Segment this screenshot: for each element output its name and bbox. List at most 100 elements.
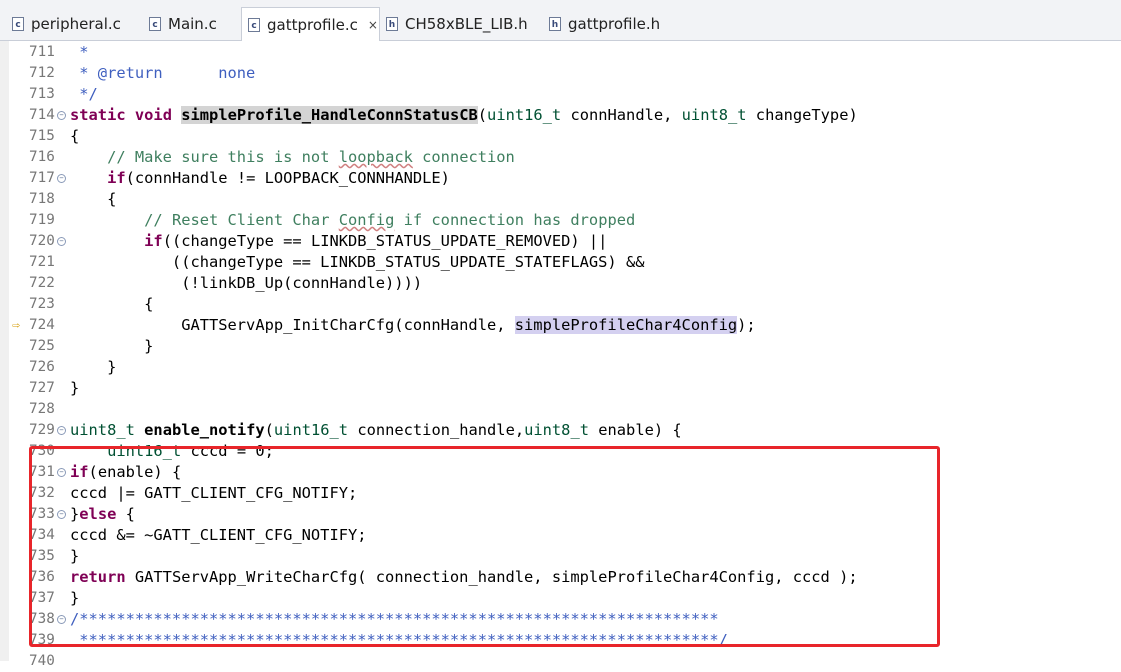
tab-label: gattprofile.c bbox=[267, 15, 358, 34]
debug-arrow-icon: ⇨ bbox=[12, 318, 20, 333]
fold-toggle-icon[interactable]: − bbox=[57, 237, 66, 246]
fold-toggle-icon[interactable]: − bbox=[57, 615, 66, 624]
line-number: 719 bbox=[29, 212, 55, 228]
code-line[interactable]: 728 bbox=[0, 399, 1121, 420]
line-number: 733 bbox=[29, 506, 55, 522]
code-line[interactable]: 736 return GATTServApp_WriteCharCfg( conn… bbox=[0, 567, 1121, 588]
line-number: 735 bbox=[29, 548, 55, 564]
code-line[interactable]: 738−/***********************************… bbox=[0, 609, 1121, 630]
code-line[interactable]: 716 // Make sure this is not loopback co… bbox=[0, 147, 1121, 168]
code-line[interactable]: 726 } bbox=[0, 357, 1121, 378]
line-number: 722 bbox=[29, 275, 55, 291]
line-number: 730 bbox=[29, 443, 55, 459]
line-number: 713 bbox=[29, 86, 55, 102]
tab-ch58xble-lib-h[interactable]: h CH58xBLE_LIB.h bbox=[380, 8, 528, 39]
line-number: 738 bbox=[29, 611, 55, 627]
c-file-icon: c bbox=[248, 17, 260, 32]
fold-toggle-icon[interactable]: − bbox=[57, 468, 66, 477]
code-line[interactable]: 722 (!linkDB_Up(connHandle)))) bbox=[0, 273, 1121, 294]
line-number: 727 bbox=[29, 380, 55, 396]
c-file-icon: c bbox=[12, 16, 24, 31]
code-line[interactable]: ⇨ 724 GATTServApp_InitCharCfg(connHandle,… bbox=[0, 315, 1121, 336]
code-line[interactable]: 720− if((changeType == LINKDB_STATUS_UPD… bbox=[0, 231, 1121, 252]
line-number: 720 bbox=[29, 233, 55, 249]
line-number: 723 bbox=[29, 296, 55, 312]
code-line[interactable]: 712 * @return none bbox=[0, 63, 1121, 84]
code-line[interactable]: 713 */ bbox=[0, 84, 1121, 105]
code-line[interactable]: 734 cccd &= ~GATT_CLIENT_CFG_NOTIFY; bbox=[0, 525, 1121, 546]
tab-label: gattprofile.h bbox=[568, 14, 661, 33]
code-text: { bbox=[70, 190, 117, 208]
fold-toggle-icon[interactable]: − bbox=[57, 111, 66, 120]
code-text: GATTServApp_InitCharCfg(connHandle, simp… bbox=[70, 316, 756, 334]
code-text: if(connHandle != LOOPBACK_CONNHANDLE) bbox=[107, 169, 450, 187]
fold-toggle-icon[interactable]: − bbox=[57, 174, 66, 183]
code-text: ((changeType == LINKDB_STATUS_UPDATE_STA… bbox=[70, 253, 645, 271]
code-line[interactable]: 730 uint16_t cccd = 0; bbox=[0, 441, 1121, 462]
tab-gattprofile-c[interactable]: c gattprofile.c × bbox=[241, 7, 380, 41]
code-line[interactable]: 718 { bbox=[0, 189, 1121, 210]
code-line[interactable]: 721 ((changeType == LINKDB_STATUS_UPDATE… bbox=[0, 252, 1121, 273]
code-text: ****************************************… bbox=[70, 631, 728, 649]
code-text: cccd &= ~GATT_CLIENT_CFG_NOTIFY; bbox=[70, 526, 367, 544]
code-text: return GATTServApp_WriteCharCfg( connect… bbox=[70, 568, 858, 586]
line-number: 731 bbox=[29, 464, 55, 480]
code-line[interactable]: 715 { bbox=[0, 126, 1121, 147]
line-number: 726 bbox=[29, 359, 55, 375]
code-line[interactable]: 733−}else { bbox=[0, 504, 1121, 525]
line-number: 740 bbox=[29, 653, 55, 669]
code-line[interactable]: 717− if(connHandle != LOOPBACK_CONNHANDL… bbox=[0, 168, 1121, 189]
line-number: 734 bbox=[29, 527, 55, 543]
tab-main-c[interactable]: c Main.c bbox=[143, 8, 239, 39]
code-line[interactable]: 714− static void simpleProfile_HandleConn… bbox=[0, 105, 1121, 126]
code-line[interactable]: 723 { bbox=[0, 294, 1121, 315]
tab-label: Main.c bbox=[168, 14, 217, 33]
line-number: 716 bbox=[29, 149, 55, 165]
code-text: { bbox=[70, 127, 80, 145]
code-line[interactable]: 735} bbox=[0, 546, 1121, 567]
code-text: /***************************************… bbox=[70, 610, 719, 628]
code-text: * bbox=[70, 43, 89, 61]
code-text: } bbox=[70, 358, 117, 376]
line-number: 718 bbox=[29, 191, 55, 207]
code-line[interactable]: 739 ************************************… bbox=[0, 630, 1121, 651]
c-file-icon: c bbox=[149, 16, 161, 31]
line-number: 714 bbox=[29, 107, 55, 123]
code-text: uint8_t enable_notify(uint16_t connectio… bbox=[70, 421, 682, 439]
code-line[interactable]: 719 // Reset Client Char Config if conne… bbox=[0, 210, 1121, 231]
code-line[interactable]: 732 cccd |= GATT_CLIENT_CFG_NOTIFY; bbox=[0, 483, 1121, 504]
fold-toggle-icon[interactable]: − bbox=[57, 426, 66, 435]
line-number: 736 bbox=[29, 569, 55, 585]
code-line[interactable]: 729− uint8_t enable_notify(uint16_t conne… bbox=[0, 420, 1121, 441]
code-line[interactable]: 740 bbox=[0, 651, 1121, 672]
line-number: 712 bbox=[29, 65, 55, 81]
line-number: 739 bbox=[29, 632, 55, 648]
line-number: 711 bbox=[29, 44, 55, 60]
code-line[interactable]: 731− if(enable) { bbox=[0, 462, 1121, 483]
line-number: 724 bbox=[29, 317, 55, 333]
code-line[interactable]: 725 } bbox=[0, 336, 1121, 357]
code-line[interactable]: 711 * bbox=[0, 42, 1121, 63]
code-text: } bbox=[70, 379, 80, 397]
line-number: 717 bbox=[29, 170, 55, 186]
code-text: }else { bbox=[70, 505, 135, 523]
code-text: if((changeType == LINKDB_STATUS_UPDATE_R… bbox=[144, 232, 608, 250]
line-number: 715 bbox=[29, 128, 55, 144]
line-number: 737 bbox=[29, 590, 55, 606]
code-line[interactable]: 737} bbox=[0, 588, 1121, 609]
tab-gattprofile-h[interactable]: h gattprofile.h bbox=[543, 8, 673, 39]
line-number: 728 bbox=[29, 401, 55, 417]
code-line[interactable]: 727} bbox=[0, 378, 1121, 399]
code-text: */ bbox=[70, 85, 98, 103]
fold-toggle-icon[interactable]: − bbox=[57, 510, 66, 519]
code-editor[interactable]: 711 * 712 * @return none 713 */714− static … bbox=[0, 41, 1121, 669]
h-file-icon: h bbox=[549, 16, 561, 31]
tab-peripheral-c[interactable]: c peripheral.c bbox=[6, 8, 140, 39]
code-text: // Make sure this is not loopback connec… bbox=[107, 148, 515, 166]
code-text: cccd |= GATT_CLIENT_CFG_NOTIFY; bbox=[70, 484, 358, 502]
code-text: { bbox=[70, 295, 154, 313]
close-icon[interactable]: × bbox=[367, 18, 379, 32]
code-text: * @return none bbox=[70, 64, 256, 82]
code-text: uint16_t cccd = 0; bbox=[107, 442, 274, 460]
code-text: } bbox=[70, 547, 80, 565]
